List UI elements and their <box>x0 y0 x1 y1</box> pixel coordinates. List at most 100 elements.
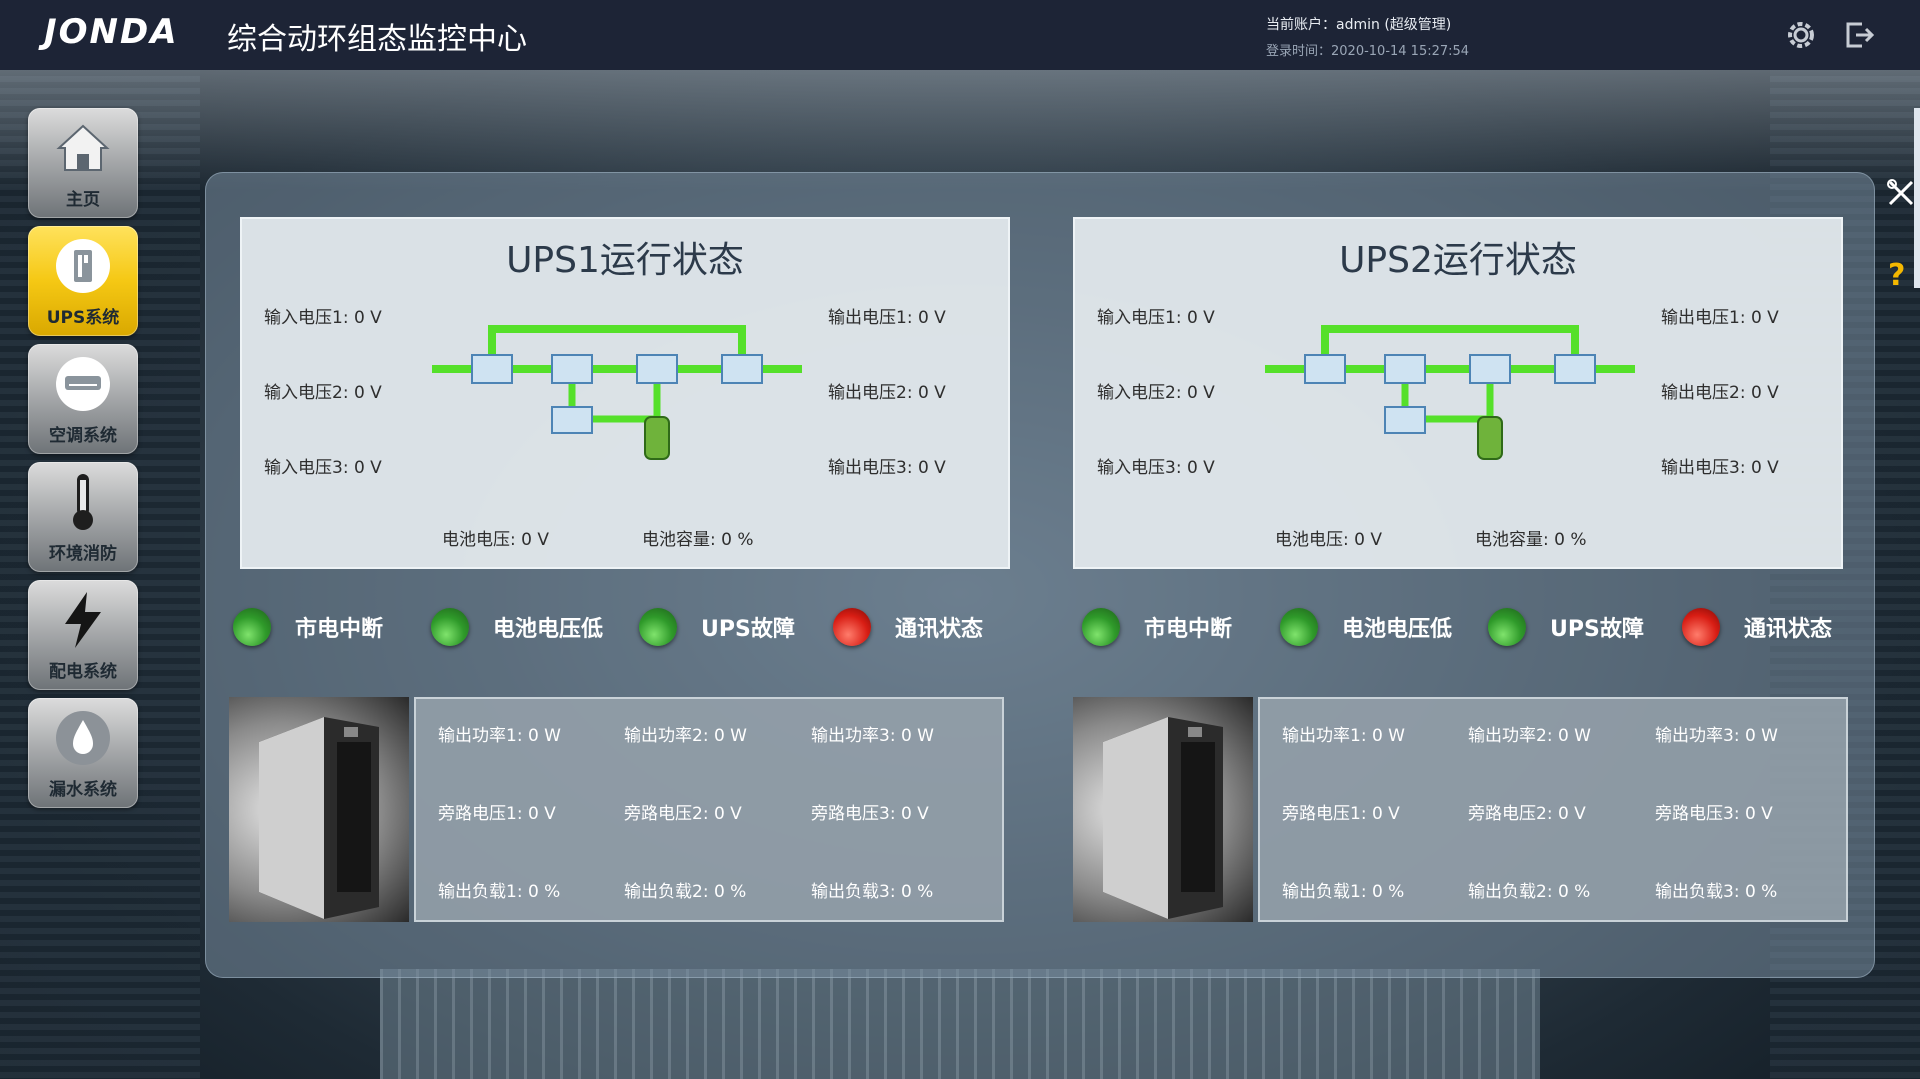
rectifier-icon <box>1304 354 1346 384</box>
status-led <box>1280 608 1318 646</box>
sidebar-item-power[interactable]: 配电系统 <box>28 580 138 690</box>
status-label: 通讯状态 <box>895 617 984 642</box>
charger-icon <box>551 406 593 434</box>
output-voltage-3: 输出电压3: 0 V <box>1661 458 1779 478</box>
output-load-3: 输出负载3: 0 % <box>1655 882 1778 902</box>
input-voltage-3: 输入电压3: 0 V <box>264 458 382 478</box>
ups1-cabinet-image <box>229 697 409 922</box>
sidebar-item-aircon[interactable]: 空调系统 <box>28 344 138 454</box>
sidebar-item-environment[interactable]: 环境消防 <box>28 462 138 572</box>
water-drop-icon <box>56 711 110 765</box>
sidebar-item-water-leak[interactable]: 漏水系统 <box>28 698 138 808</box>
status-battery-low: 电池电压低 <box>431 602 603 652</box>
status-ups-fault: UPS故障 <box>639 602 795 652</box>
output-voltage-1: 输出电压1: 0 V <box>1661 308 1779 328</box>
sidebar-item-label: UPS系统 <box>46 308 120 328</box>
sidebar-item-label: 配电系统 <box>49 662 117 682</box>
output-load-2: 输出负载2: 0 % <box>1468 882 1591 902</box>
sidebar-item-home[interactable]: 主页 <box>28 108 138 218</box>
background-floor <box>380 969 1540 1079</box>
status-led <box>639 608 677 646</box>
status-label: 通讯状态 <box>1744 617 1833 642</box>
output-load-2: 输出负载2: 0 % <box>624 882 747 902</box>
input-voltage-2: 输入电压2: 0 V <box>1097 383 1215 403</box>
output-power-2: 输出功率2: 0 W <box>624 726 747 746</box>
status-label: 市电中断 <box>1144 617 1233 642</box>
ac-dc-icon <box>1384 354 1426 384</box>
lightning-icon <box>65 592 101 648</box>
output-load-3: 输出负载3: 0 % <box>811 882 934 902</box>
login-time: 登录时间：2020-10-14 15:27:54 <box>1266 44 1470 59</box>
sidebar-item-label: 环境消防 <box>49 544 117 564</box>
brand-logo: JONDA <box>44 12 179 52</box>
output-power-1: 输出功率1: 0 W <box>438 726 561 746</box>
thermometer-icon <box>73 474 93 530</box>
input-voltage-3: 输入电压3: 0 V <box>1097 458 1215 478</box>
ups2-metrics-panel: 输出功率1: 0 W 输出功率2: 0 W 输出功率3: 0 W 旁路电压1: … <box>1258 697 1848 922</box>
ac-dc-icon <box>551 354 593 384</box>
top-header: JONDA 综合动环组态监控中心 当前账户：admin (超级管理) 登录时间：… <box>0 0 1920 70</box>
output-load-1: 输出负载1: 0 % <box>438 882 561 902</box>
ups-flow-diagram <box>432 325 802 460</box>
output-voltage-3: 输出电压3: 0 V <box>828 458 946 478</box>
bypass-switch-icon <box>721 354 763 384</box>
ups2-status-row: 市电中断 电池电压低 UPS故障 通讯状态 <box>1082 602 1842 652</box>
card-title: UPS1运行状态 <box>506 240 744 281</box>
status-label: 电池电压低 <box>493 617 604 642</box>
battery-capacity: 电池容量: 0 % <box>1475 530 1587 550</box>
rectifier-icon <box>471 354 513 384</box>
app-title: 综合动环组态监控中心 <box>227 22 527 57</box>
battery-voltage: 电池电压: 0 V <box>1275 530 1382 550</box>
status-led <box>431 608 469 646</box>
input-voltage-1: 输入电压1: 0 V <box>264 308 382 328</box>
status-ups-fault: UPS故障 <box>1488 602 1644 652</box>
status-communication: 通讯状态 <box>1682 602 1832 652</box>
status-led <box>1682 608 1720 646</box>
status-communication: 通讯状态 <box>833 602 983 652</box>
sidebar-item-label: 漏水系统 <box>49 780 117 800</box>
output-power-3: 输出功率3: 0 W <box>1655 726 1778 746</box>
sidebar-nav: 主页 UPS系统 空调系统 环境消防 配电系统 漏水系统 <box>28 108 138 816</box>
bypass-voltage-1: 旁路电压1: 0 V <box>1282 804 1400 824</box>
ups2-cabinet-image <box>1073 697 1253 922</box>
sidebar-item-label: 主页 <box>66 190 100 210</box>
ups1-metrics-panel: 输出功率1: 0 W 输出功率2: 0 W 输出功率3: 0 W 旁路电压1: … <box>414 697 1004 922</box>
output-voltage-1: 输出电压1: 0 V <box>828 308 946 328</box>
status-label: UPS故障 <box>1550 617 1644 642</box>
status-label: 市电中断 <box>295 617 384 642</box>
status-label: 电池电压低 <box>1342 617 1453 642</box>
status-label: UPS故障 <box>701 617 795 642</box>
bypass-voltage-1: 旁路电压1: 0 V <box>438 804 556 824</box>
card-title: UPS2运行状态 <box>1339 240 1577 281</box>
bypass-voltage-3: 旁路电压3: 0 V <box>1655 804 1773 824</box>
input-voltage-1: 输入电压1: 0 V <box>1097 308 1215 328</box>
sidebar-item-label: 空调系统 <box>49 426 117 446</box>
output-power-1: 输出功率1: 0 W <box>1282 726 1405 746</box>
status-mains-failure: 市电中断 <box>1082 602 1232 652</box>
battery-voltage: 电池电压: 0 V <box>442 530 549 550</box>
dc-ac-icon <box>636 354 678 384</box>
main-panel: UPS1运行状态 输入电压1: 0 V 输入电压2: 0 V 输入电压3: 0 … <box>205 172 1875 978</box>
output-voltage-2: 输出电压2: 0 V <box>828 383 946 403</box>
input-voltage-2: 输入电压2: 0 V <box>264 383 382 403</box>
status-led <box>233 608 271 646</box>
tools-icon[interactable] <box>1886 178 1916 208</box>
charger-icon <box>1384 406 1426 434</box>
ups-flow-diagram <box>1265 325 1635 460</box>
logout-icon[interactable] <box>1842 18 1876 52</box>
aircon-icon <box>56 357 110 411</box>
help-icon[interactable]: ? <box>1888 258 1905 293</box>
bypass-voltage-3: 旁路电压3: 0 V <box>811 804 929 824</box>
ups-icon <box>56 239 110 293</box>
bypass-voltage-2: 旁路电压2: 0 V <box>1468 804 1586 824</box>
gear-icon[interactable] <box>1784 18 1818 52</box>
ups1-status-row: 市电中断 电池电压低 UPS故障 通讯状态 <box>233 602 993 652</box>
bypass-switch-icon <box>1554 354 1596 384</box>
output-power-3: 输出功率3: 0 W <box>811 726 934 746</box>
output-load-1: 输出负载1: 0 % <box>1282 882 1405 902</box>
sidebar-item-ups[interactable]: UPS系统 <box>28 226 138 336</box>
ups2-status-card: UPS2运行状态 输入电压1: 0 V 输入电压2: 0 V 输入电压3: 0 … <box>1073 217 1843 569</box>
status-mains-failure: 市电中断 <box>233 602 383 652</box>
output-power-2: 输出功率2: 0 W <box>1468 726 1591 746</box>
battery-icon <box>644 416 670 460</box>
